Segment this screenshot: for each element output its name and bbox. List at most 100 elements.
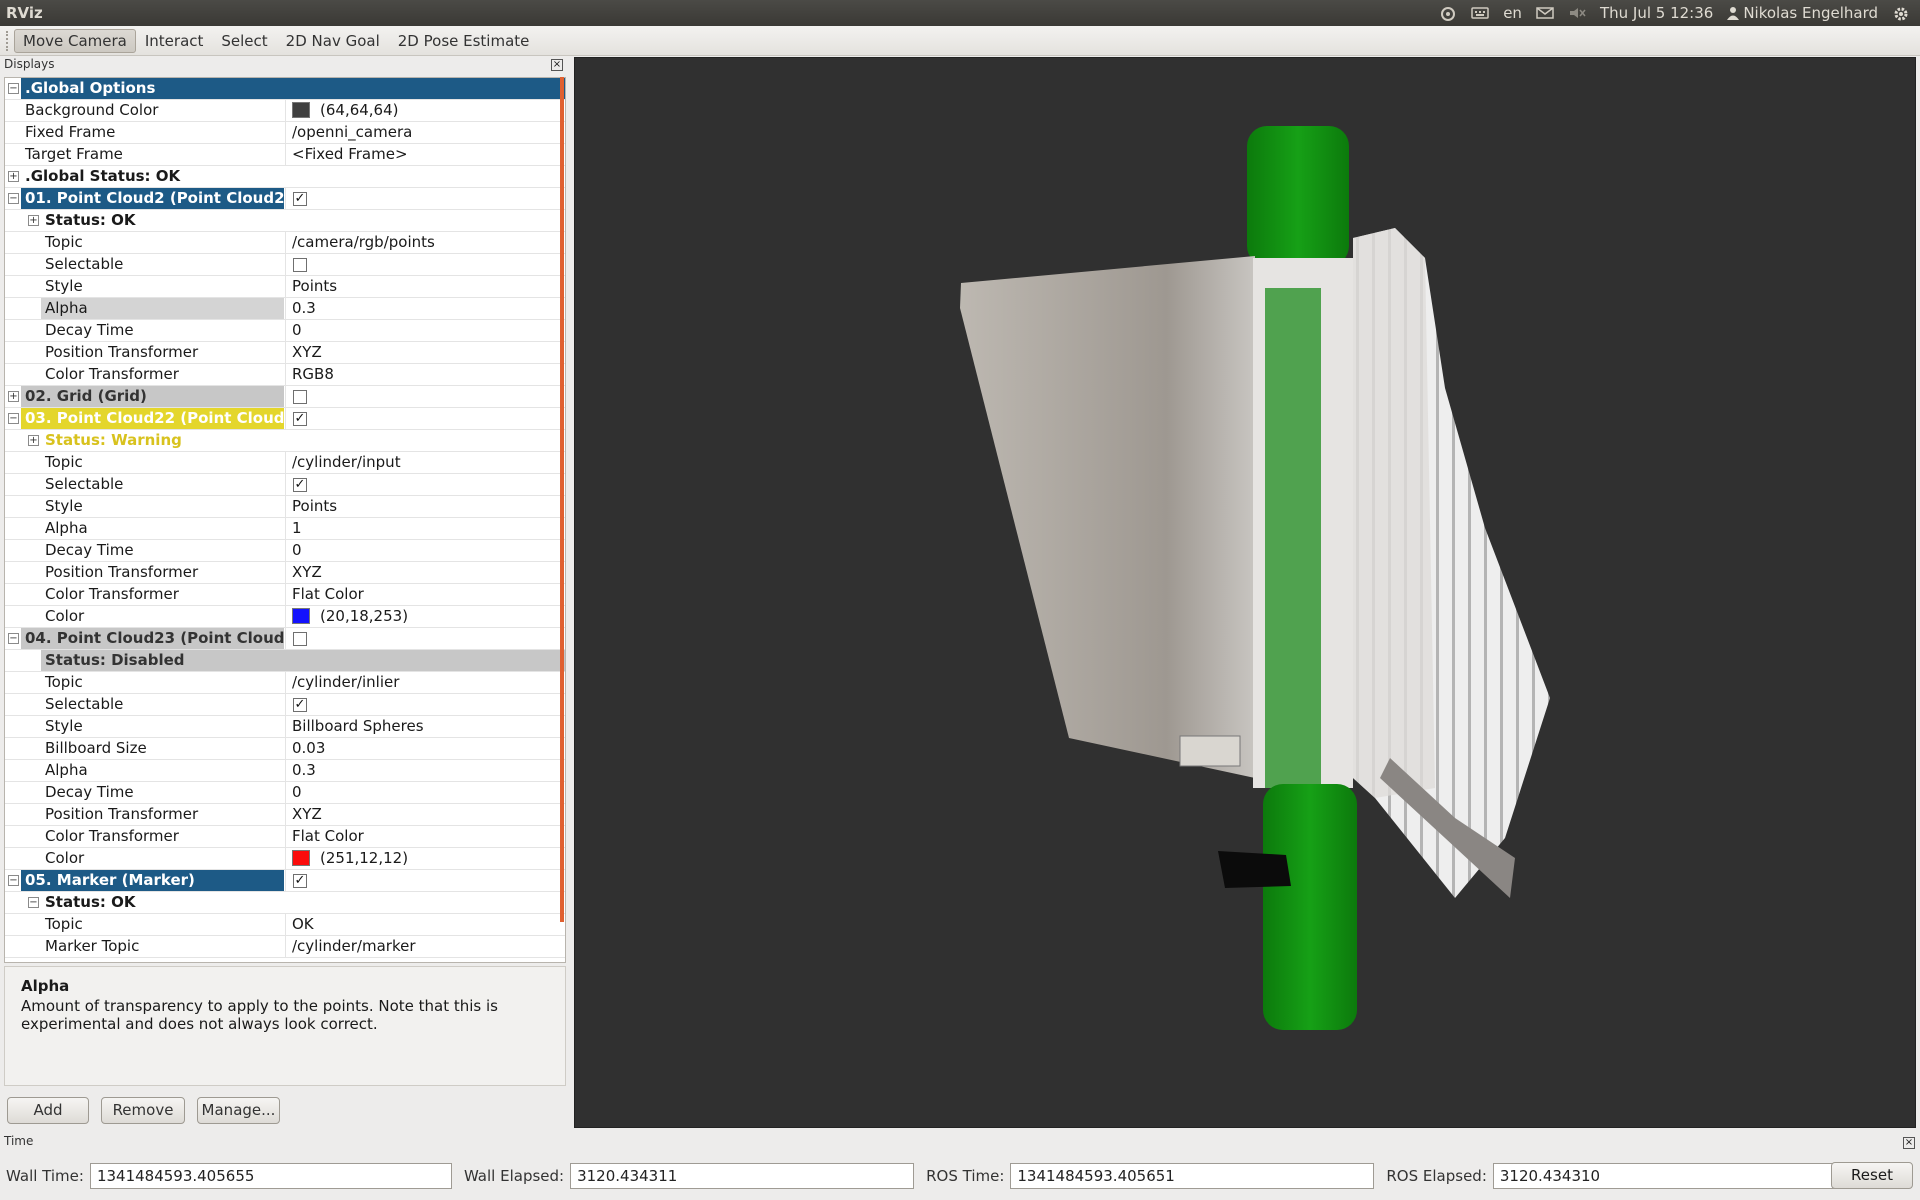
tree-row-value[interactable]: XYZ [285, 342, 565, 363]
checkbox[interactable] [293, 390, 307, 404]
expand-icon[interactable]: + [8, 391, 19, 402]
tree-row-value[interactable]: Billboard Spheres [285, 716, 565, 737]
collapse-icon[interactable]: − [8, 875, 19, 886]
collapse-icon[interactable]: − [8, 193, 19, 204]
tree-row-value[interactable]: Points [285, 496, 565, 517]
collapse-icon[interactable]: − [8, 633, 19, 644]
network-icon[interactable] [1439, 6, 1457, 21]
manage-button[interactable]: Manage... [197, 1097, 280, 1124]
tree-row-value[interactable]: (64,64,64) [285, 100, 565, 121]
close-icon[interactable]: × [551, 59, 563, 71]
color-swatch[interactable] [292, 608, 310, 624]
tree-property-row[interactable]: Target Frame <Fixed Frame> [5, 144, 565, 166]
tree-group-row[interactable]: −03. Point Cloud22 (Point Cloud2) ✓ [5, 408, 565, 430]
collapse-icon[interactable]: − [8, 413, 19, 424]
tree-row-value[interactable]: ✓ [285, 188, 565, 209]
tree-row-value[interactable]: XYZ [285, 804, 565, 825]
add-button[interactable]: Add [7, 1097, 89, 1124]
tree-property-row[interactable]: Style Points [5, 496, 565, 518]
tree-row-value[interactable]: 0.3 [285, 298, 565, 319]
collapse-icon[interactable]: − [8, 83, 19, 94]
tree-row-value[interactable]: ✓ [285, 474, 565, 495]
tool-interact[interactable]: Interact [136, 29, 213, 53]
tree-row-value[interactable]: OK [285, 914, 565, 935]
toolbar-grip[interactable] [6, 30, 10, 51]
tree-property-row[interactable]: Marker Topic/cylinder/marker [5, 936, 565, 958]
expand-icon[interactable]: + [28, 435, 39, 446]
tree-property-row[interactable]: Position Transformer XYZ [5, 342, 565, 364]
tool-select[interactable]: Select [212, 29, 276, 53]
tree-property-row[interactable]: Topic/cylinder/inlier [5, 672, 565, 694]
checkbox[interactable]: ✓ [293, 412, 307, 426]
checkbox[interactable] [293, 632, 307, 646]
tree-row-value[interactable]: 0 [285, 320, 565, 341]
volume-muted-icon[interactable] [1568, 6, 1586, 20]
tree-row-value[interactable]: 0 [285, 540, 565, 561]
ros-time-field[interactable]: 1341484593.405651 [1010, 1163, 1375, 1189]
wall-time-field[interactable]: 1341484593.405655 [89, 1163, 452, 1189]
tree-group-row[interactable]: −05. Marker (Marker) ✓ [5, 870, 565, 892]
tree-property-row[interactable]: Position Transformer XYZ [5, 562, 565, 584]
tree-row-value[interactable]: XYZ [285, 562, 565, 583]
tree-property-row[interactable]: Style Billboard Spheres [5, 716, 565, 738]
gear-icon[interactable] [1892, 6, 1910, 21]
tree-group-row[interactable]: Status: Disabled [5, 650, 565, 672]
tree-property-row[interactable]: Color (20,18,253) [5, 606, 565, 628]
tree-row-value[interactable] [285, 628, 565, 649]
tree-row-value[interactable]: ✓ [285, 408, 565, 429]
tree-property-row[interactable]: Decay Time 0 [5, 320, 565, 342]
keyboard-icon[interactable] [1471, 6, 1489, 20]
tree-row-value[interactable]: /camera/rgb/points [285, 232, 565, 253]
tree-property-row[interactable]: Topic OK [5, 914, 565, 936]
tree-group-row[interactable]: +02. Grid (Grid) [5, 386, 565, 408]
tree-row-value[interactable]: 1 [285, 518, 565, 539]
tree-row-value[interactable]: ✓ [285, 694, 565, 715]
tree-property-row[interactable]: Topic/camera/rgb/points [5, 232, 565, 254]
tool-2d-nav-goal[interactable]: 2D Nav Goal [277, 29, 389, 53]
tool-move-camera[interactable]: Move Camera [14, 28, 136, 53]
tree-property-row[interactable]: Decay Time 0 [5, 782, 565, 804]
tree-row-value[interactable]: /cylinder/input [285, 452, 565, 473]
language-indicator[interactable]: en [1503, 4, 1522, 22]
tree-row-value[interactable]: /cylinder/inlier [285, 672, 565, 693]
color-swatch[interactable] [292, 850, 310, 866]
tree-group-row[interactable]: − .Global Options [5, 78, 565, 100]
displays-tree[interactable]: − .Global Options Background Color (64,64,6… [4, 77, 566, 963]
tree-row-value[interactable]: RGB8 [285, 364, 565, 385]
tree-group-row[interactable]: −01. Point Cloud2 (Point Cloud2) ✓ [5, 188, 565, 210]
tree-row-value[interactable]: Flat Color [285, 584, 565, 605]
tree-property-row[interactable]: Selectable [5, 254, 565, 276]
expand-icon[interactable]: + [28, 215, 39, 226]
tree-property-row[interactable]: Selectable ✓ [5, 694, 565, 716]
tree-group-row[interactable]: + Status: OK [5, 210, 565, 232]
tree-property-row[interactable]: Color Transformer Flat Color [5, 826, 565, 848]
user-menu[interactable]: Nikolas Engelhard [1727, 4, 1878, 22]
tree-group-row[interactable]: + .Global Status: OK [5, 166, 565, 188]
close-icon[interactable]: × [1903, 1137, 1915, 1149]
tree-property-row[interactable]: Alpha 1 [5, 518, 565, 540]
collapse-icon[interactable]: − [28, 897, 39, 908]
tree-property-row[interactable]: Billboard Size 0.03 [5, 738, 565, 760]
wall-elapsed-field[interactable]: 3120.434311 [570, 1163, 915, 1189]
tool-2d-pose-estimate[interactable]: 2D Pose Estimate [389, 29, 539, 53]
tree-property-row[interactable]: Color Transformer RGB8 [5, 364, 565, 386]
tree-row-value[interactable]: ✓ [285, 870, 565, 891]
tree-row-value[interactable]: 0 [285, 782, 565, 803]
tree-row-value[interactable]: 0.3 [285, 760, 565, 781]
clock[interactable]: Thu Jul 5 12:36 [1600, 4, 1713, 22]
tree-property-row[interactable]: Alpha 0.3 [5, 760, 565, 782]
checkbox[interactable]: ✓ [293, 874, 307, 888]
tree-property-row[interactable]: Topic/cylinder/input [5, 452, 565, 474]
tree-scrollbar[interactable] [560, 77, 564, 922]
tree-property-row[interactable]: Selectable ✓ [5, 474, 565, 496]
tree-property-row[interactable]: Alpha 0.3 [5, 298, 565, 320]
checkbox[interactable]: ✓ [293, 698, 307, 712]
tree-row-value[interactable]: <Fixed Frame> [285, 144, 565, 165]
mail-icon[interactable] [1536, 6, 1554, 20]
tree-row-value[interactable]: /openni_camera [285, 122, 565, 143]
tree-row-value[interactable]: Points [285, 276, 565, 297]
checkbox[interactable] [293, 258, 307, 272]
expand-icon[interactable]: + [8, 171, 19, 182]
tree-group-row[interactable]: + Status: Warning [5, 430, 565, 452]
reset-button[interactable]: Reset [1831, 1162, 1913, 1189]
